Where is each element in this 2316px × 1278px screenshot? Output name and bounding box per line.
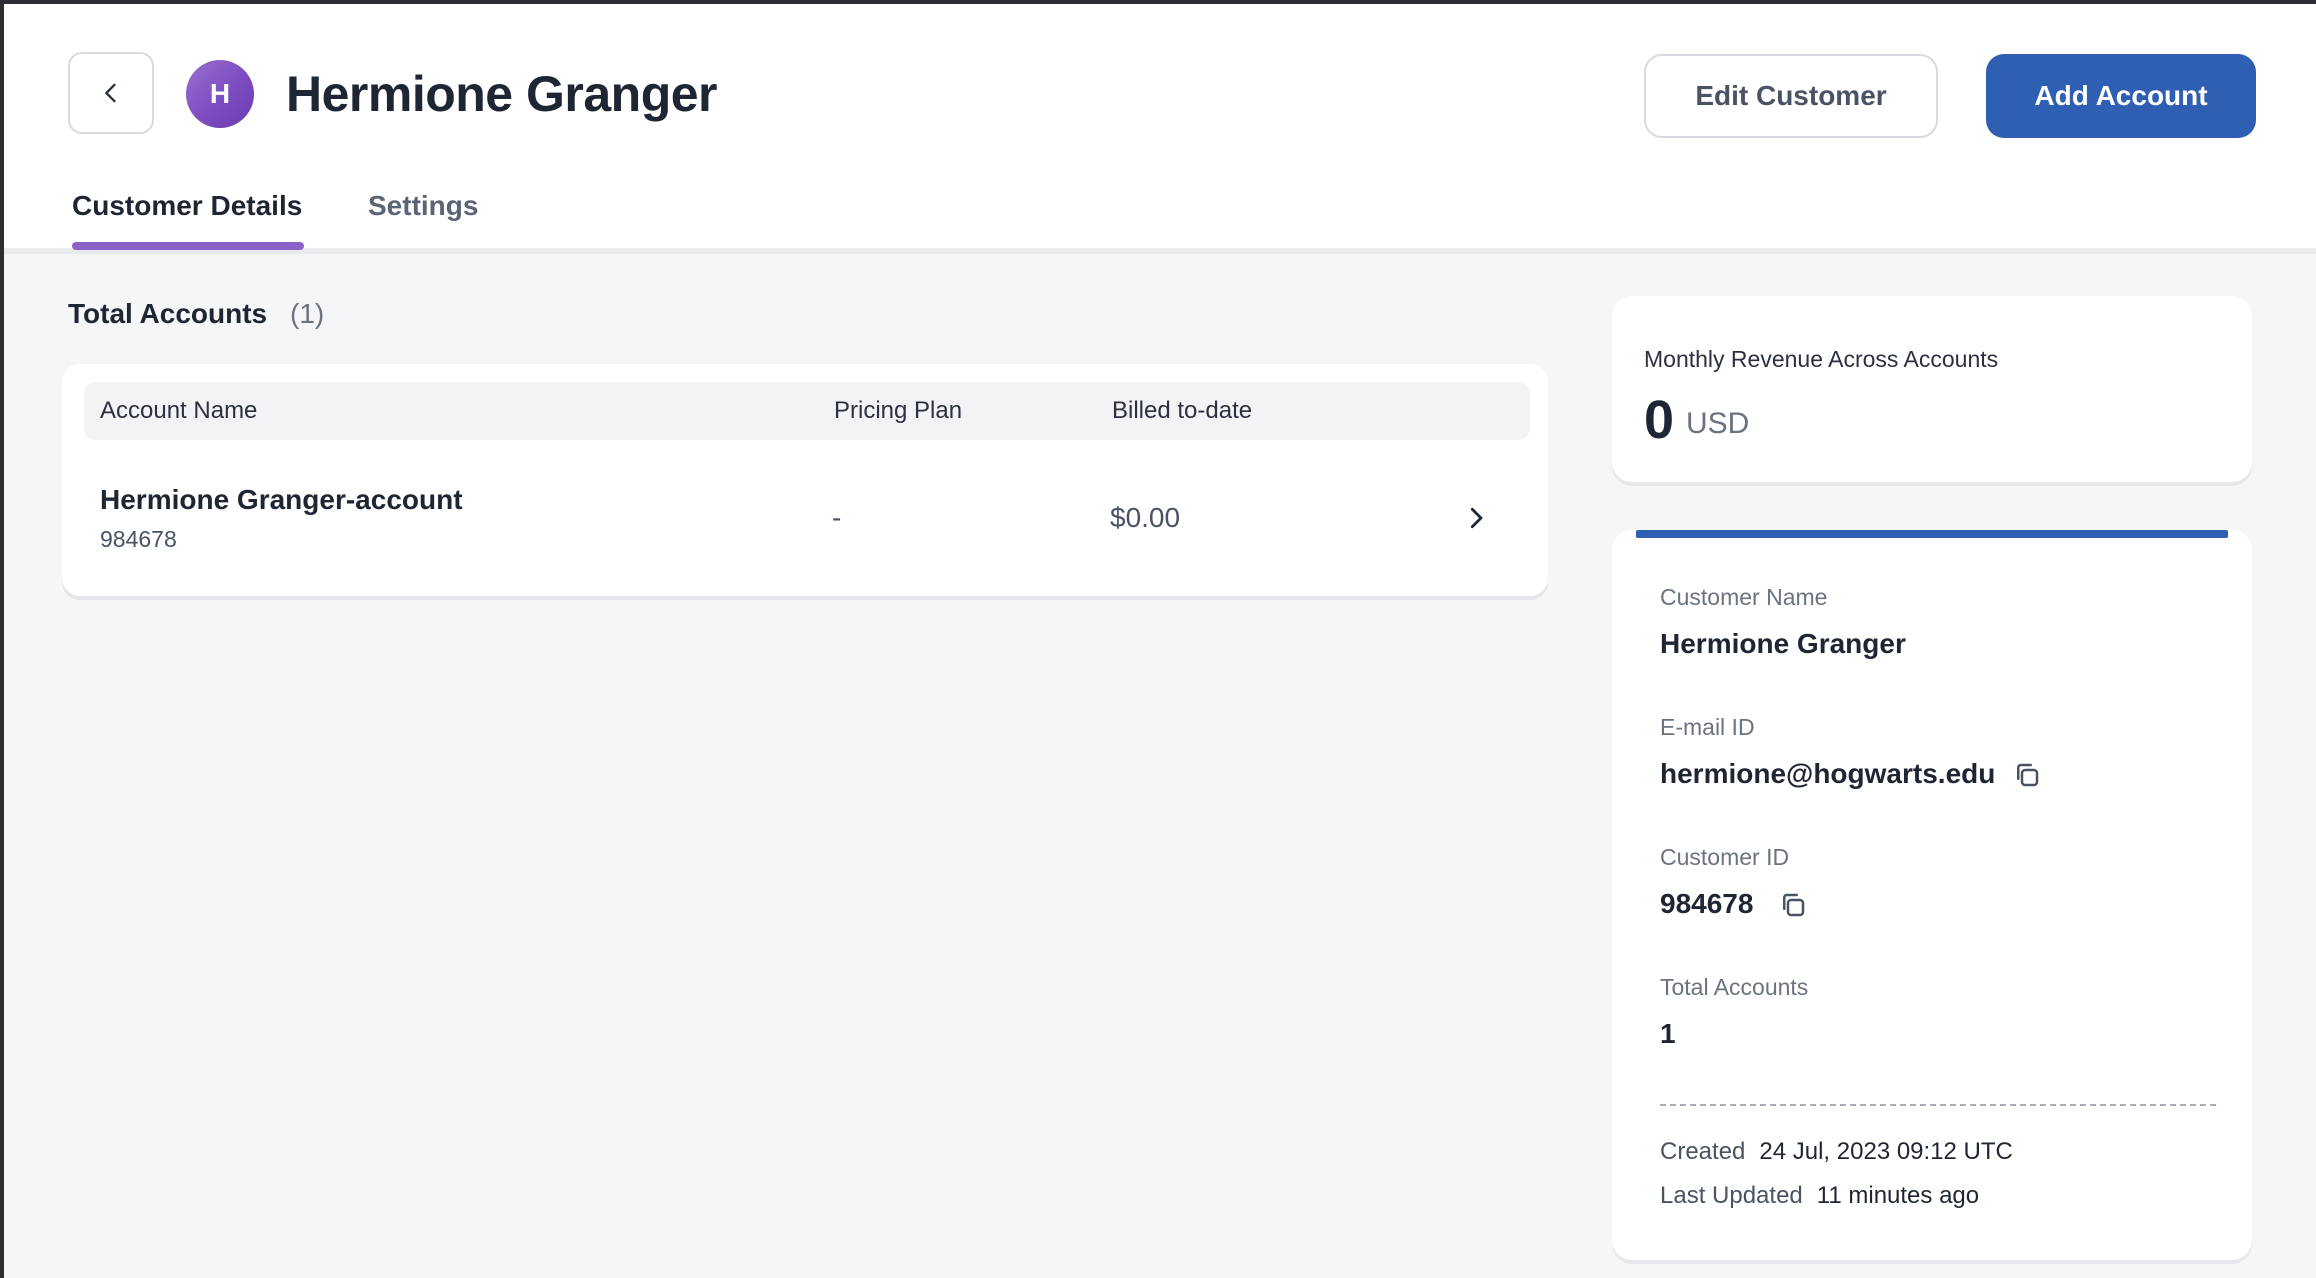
account-name: Hermione Granger-account [100,484,463,515]
total-accounts-value: 1 [1660,1018,1676,1049]
table-header: Account Name Pricing Plan Billed to-date [84,382,1530,440]
page-header: H Hermione Granger Edit Customer Add Acc… [4,4,2316,254]
billed-to-date-value: $0.00 [1110,502,1181,533]
page-title: Hermione Granger [286,66,718,122]
revenue-value: 0 [1644,390,1675,450]
created-label: Created [1660,1138,1746,1165]
last-updated-value: 11 minutes ago [1816,1182,1980,1209]
card-accent-bar [1636,530,2228,538]
accounts-table: Account Name Pricing Plan Billed to-date… [62,364,1548,596]
customer-id-label: Customer ID [1660,844,1790,870]
copy-email-icon[interactable] [2012,760,2042,790]
back-button[interactable] [68,52,154,134]
column-header-billed-to-date: Billed to-date [1112,397,1253,424]
copy-customer-id-icon[interactable] [1778,890,1808,920]
customer-details-card: Customer Name Hermione Granger E-mail ID… [1612,530,2252,1260]
email-value: hermione@hogwarts.edu [1660,758,1996,789]
tab-settings[interactable]: Settings [368,186,478,226]
active-tab-indicator [72,242,304,250]
last-updated-line: Last Updated 11 minutes ago [1660,1180,1979,1212]
created-line: Created 24 Jul, 2023 09:12 UTC [1660,1136,2013,1168]
divider [1660,1104,2216,1106]
chevron-left-icon [105,83,116,103]
customer-name-value: Hermione Granger [1660,628,1906,659]
table-row[interactable]: Hermione Granger-account 984678 - $0.00 [62,458,1548,596]
avatar: H [186,60,254,128]
customer-id-value: 984678 [1660,888,1754,919]
pricing-plan-value: - [832,502,842,533]
revenue-label: Monthly Revenue Across Accounts [1644,346,1999,372]
account-id: 984678 [100,526,177,552]
accounts-count: (1) [290,298,325,329]
accounts-section-title: Total Accounts [68,298,268,329]
last-updated-label: Last Updated [1660,1182,1803,1209]
chevron-right-icon[interactable] [1458,500,1494,536]
monthly-revenue-card: Monthly Revenue Across Accounts 0 USD [1612,296,2252,482]
tab-customer-details[interactable]: Customer Details [72,186,302,226]
total-accounts-label: Total Accounts [1660,974,1809,1000]
column-header-account-name: Account Name [100,397,258,424]
created-value: 24 Jul, 2023 09:12 UTC [1759,1138,2013,1165]
column-header-pricing-plan: Pricing Plan [834,397,963,424]
email-label: E-mail ID [1660,714,1755,740]
revenue-unit: USD [1686,407,1750,440]
add-account-button[interactable]: Add Account [1986,54,2256,138]
edit-customer-button[interactable]: Edit Customer [1644,54,1938,138]
customer-name-label: Customer Name [1660,584,1828,610]
